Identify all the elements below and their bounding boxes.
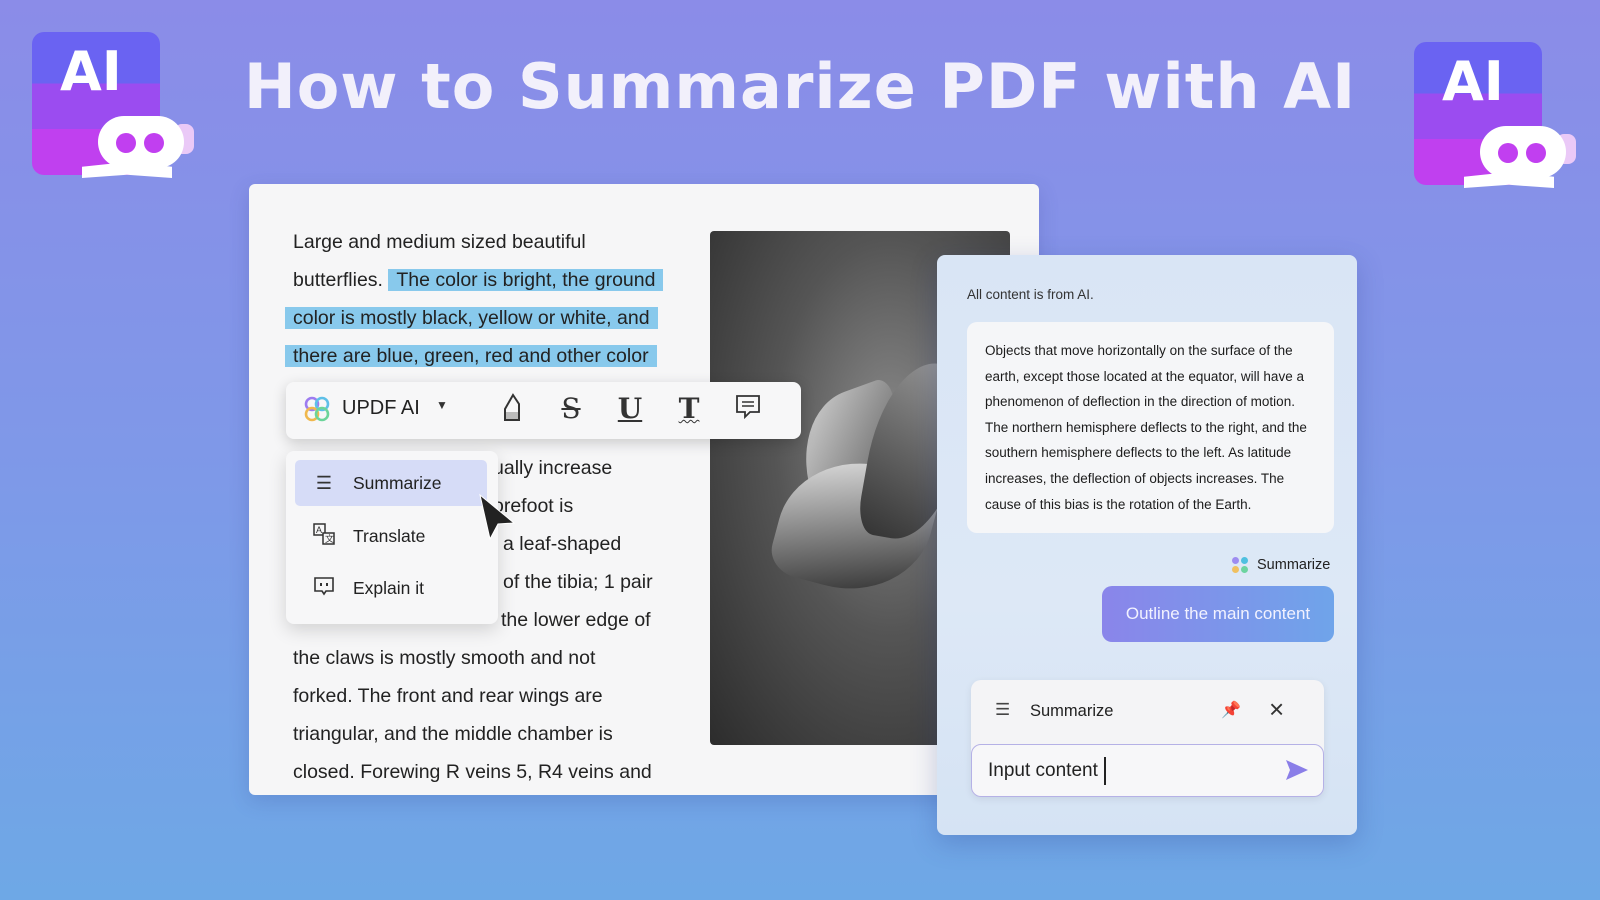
text-line: a leaf-shaped xyxy=(503,533,622,555)
translate-icon: A文 xyxy=(295,522,353,551)
list-icon: ☰ xyxy=(995,700,1011,719)
list-icon: ☰ xyxy=(315,472,333,493)
ai-robot-logo: AI xyxy=(32,32,197,187)
menu-item-explain[interactable]: Explain it xyxy=(295,565,487,611)
page-title: How to Summarize PDF with AI xyxy=(243,50,1357,123)
text-line: of the tibia; 1 pair xyxy=(503,571,653,593)
explain-icon xyxy=(295,575,353,602)
mouse-cursor-icon xyxy=(478,493,518,548)
text-line: forked. The front and rear wings are xyxy=(293,685,603,707)
send-icon[interactable] xyxy=(1285,759,1309,787)
comment-icon[interactable] xyxy=(730,392,766,427)
ai-robot-logo: AI xyxy=(1414,42,1579,197)
svg-text:A: A xyxy=(316,525,322,535)
squiggly-text-icon[interactable]: T xyxy=(671,392,707,425)
user-message: Outline the main content xyxy=(1102,586,1334,642)
text-line: the lower edge of xyxy=(501,609,651,631)
menu-item-translate[interactable]: A 文 Translate xyxy=(295,513,487,559)
selected-text: The color is bright, the ground xyxy=(388,269,664,291)
updf-ai-dropdown[interactable]: UPDF AI xyxy=(342,397,420,420)
prompt-box: ☰ Summarize 📌 × Input content xyxy=(971,680,1324,797)
text-line: closed. Forewing R veins 5, R4 veins and xyxy=(293,761,652,783)
prompt-mode-label: Summarize xyxy=(1030,702,1114,720)
ai-menu: ☰ Summarize A 文 Translate Explain it xyxy=(286,451,498,624)
close-icon[interactable]: × xyxy=(1269,694,1284,725)
prompt-input[interactable]: Input content xyxy=(971,744,1324,797)
summarize-tag: Summarize xyxy=(1232,557,1330,573)
caret-down-icon[interactable]: ▼ xyxy=(436,398,448,412)
selection-toolbar: UPDF AI ▼ S U T xyxy=(286,382,801,439)
ai-chat-panel: All content is from AI. Objects that mov… xyxy=(937,255,1357,835)
text-line: Large and medium sized beautiful xyxy=(293,231,586,253)
svg-text:文: 文 xyxy=(325,533,334,544)
selected-text[interactable]: color is mostly black, yellow or white, … xyxy=(285,303,658,333)
text-line: triangular, and the middle chamber is xyxy=(293,723,613,745)
text-line[interactable]: butterflies. The color is bright, the gr… xyxy=(293,265,664,295)
ai-notice: All content is from AI. xyxy=(967,287,1094,302)
strikethrough-icon[interactable]: S xyxy=(553,392,589,425)
selected-text[interactable]: there are blue, green, red and other col… xyxy=(285,341,657,371)
underline-icon[interactable]: U xyxy=(612,392,648,425)
highlight-icon[interactable] xyxy=(494,392,530,429)
text-line: ually increase xyxy=(493,457,613,479)
menu-item-summarize[interactable]: ☰ Summarize xyxy=(295,460,487,506)
pin-icon[interactable]: 📌 xyxy=(1221,700,1241,720)
ai-response: Objects that move horizontally on the su… xyxy=(967,322,1334,533)
text-line: the claws is mostly smooth and not xyxy=(293,647,596,669)
grid-dots-icon xyxy=(1232,557,1248,573)
updf-ai-logo-icon xyxy=(302,394,332,424)
text-cursor xyxy=(1103,756,1106,785)
